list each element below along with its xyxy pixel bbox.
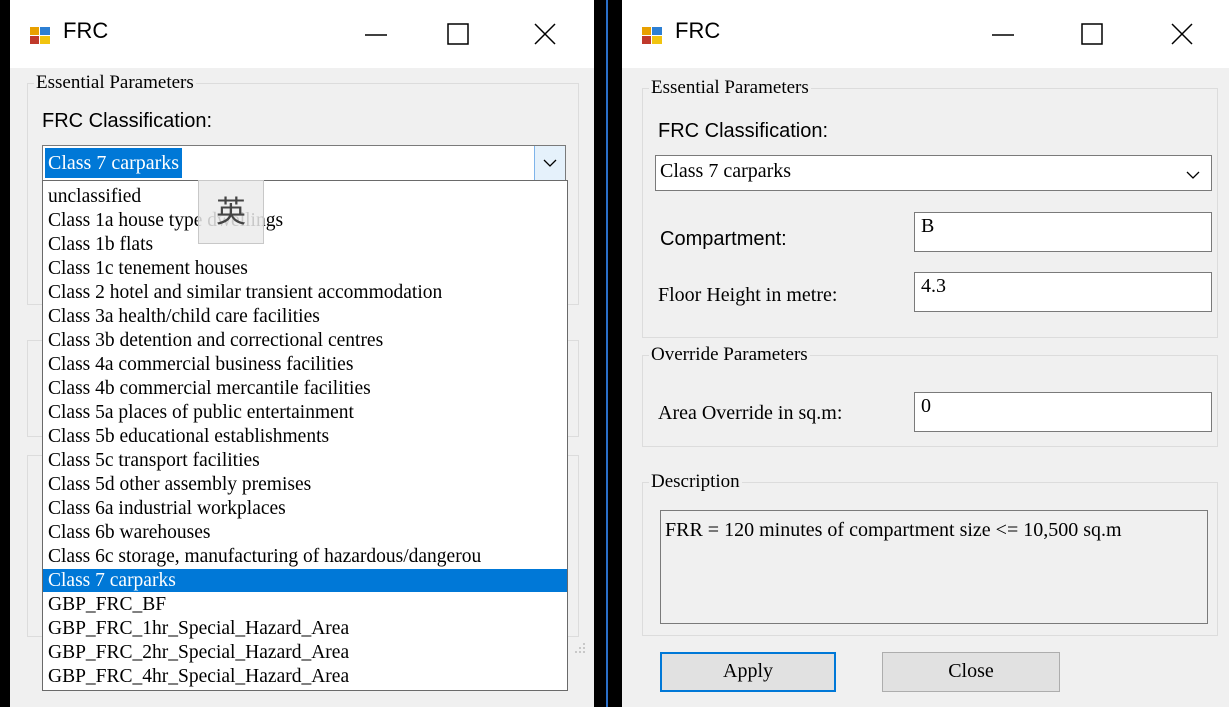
group-title: Override Parameters xyxy=(651,344,808,365)
compartment-input[interactable]: B xyxy=(914,212,1212,252)
dropdown-option[interactable]: Class 5d other assembly premises xyxy=(43,473,567,496)
dropdown-option[interactable]: unclassified xyxy=(43,185,567,208)
window-border xyxy=(606,0,608,707)
window-title: FRC xyxy=(63,18,109,43)
dropdown-option[interactable]: Class 2 hotel and similar transient acco… xyxy=(43,281,567,304)
maximize-icon[interactable] xyxy=(438,14,478,54)
ime-indicator: 英 xyxy=(198,180,264,244)
floor-height-label: Floor Height in metre: xyxy=(658,284,838,306)
combo-dropdown-button[interactable] xyxy=(534,146,565,180)
dropdown-option[interactable]: Class 6a industrial workplaces xyxy=(43,497,567,520)
window-title: FRC xyxy=(675,18,721,43)
minimize-icon[interactable] xyxy=(982,14,1022,54)
floor-height-input[interactable]: 4.3 xyxy=(914,272,1212,312)
chevron-down-icon[interactable] xyxy=(1185,164,1201,184)
title-bar[interactable]: FRC xyxy=(10,0,594,68)
dropdown-option[interactable]: Class 1b flats xyxy=(43,233,567,256)
dropdown-option[interactable]: Class 3b detention and correctional cent… xyxy=(43,329,567,352)
frc-window-left: FRC Essential Parameters FRC Classificat… xyxy=(10,0,594,707)
close-icon[interactable] xyxy=(1162,14,1202,54)
dropdown-option[interactable]: Class 5a places of public entertainment xyxy=(43,401,567,424)
compartment-label: Compartment: xyxy=(660,228,787,250)
dropdown-option[interactable]: Class 4b commercial mercantile facilitie… xyxy=(43,377,567,400)
dropdown-option[interactable]: GBP_FRC_1hr_Special_Hazard_Area xyxy=(43,617,567,640)
dropdown-option[interactable]: Class 6c storage, manufacturing of hazar… xyxy=(43,545,567,568)
area-override-input[interactable]: 0 xyxy=(914,392,1212,432)
dropdown-option[interactable]: GBP_FRC_2hr_Special_Hazard_Area xyxy=(43,641,567,664)
group-title: Description xyxy=(651,471,740,492)
dropdown-option[interactable]: Class 1c tenement houses xyxy=(43,257,567,280)
dropdown-option[interactable]: Class 3a health/child care facilities xyxy=(43,305,567,328)
combo-value: Class 7 carparks xyxy=(660,160,792,182)
dropdown-option[interactable]: GBP_FRC_4hr_Special_Hazard_Area xyxy=(43,665,567,688)
group-title: Essential Parameters xyxy=(36,72,194,93)
classification-dropdown-list[interactable]: unclassified Class 1a house type dwelling… xyxy=(42,180,568,691)
dropdown-option[interactable]: Class 4a commercial business facilities xyxy=(43,353,567,376)
dropdown-option[interactable]: Class 5b educational establishments xyxy=(43,425,567,448)
chevron-down-icon xyxy=(543,159,557,167)
frc-classification-combo[interactable]: Class 7 carparks xyxy=(655,155,1212,191)
app-icon xyxy=(642,25,662,45)
combo-selected-text: Class 7 carparks xyxy=(45,148,183,178)
dropdown-option[interactable]: Class 6b warehouses xyxy=(43,521,567,544)
close-icon[interactable] xyxy=(525,14,565,54)
description-textbox[interactable]: FRR = 120 minutes of compartment size <=… xyxy=(660,510,1208,624)
apply-button[interactable]: Apply xyxy=(660,652,836,692)
app-icon xyxy=(30,25,50,45)
dropdown-option[interactable]: Class 7 carparks xyxy=(43,569,567,592)
resize-grip-icon[interactable] xyxy=(572,640,586,654)
title-bar[interactable]: FRC xyxy=(622,0,1229,68)
frc-classification-label: FRC Classification: xyxy=(658,120,829,142)
frc-classification-label: FRC Classification: xyxy=(42,110,213,132)
group-title: Essential Parameters xyxy=(651,77,809,98)
dropdown-option[interactable]: Class 5c transport facilities xyxy=(43,449,567,472)
area-override-label: Area Override in sq.m: xyxy=(658,402,843,424)
dropdown-option[interactable]: GBP_FRC_BF xyxy=(43,593,567,616)
close-button[interactable]: Close xyxy=(882,652,1060,692)
maximize-icon[interactable] xyxy=(1072,14,1112,54)
frc-classification-combo[interactable]: Class 7 carparks xyxy=(42,145,566,181)
dropdown-option[interactable]: Class 1a house type dwellings xyxy=(43,209,567,232)
minimize-icon[interactable] xyxy=(355,14,395,54)
frc-window-right: FRC Essential Parameters FRC Classificat… xyxy=(622,0,1229,707)
